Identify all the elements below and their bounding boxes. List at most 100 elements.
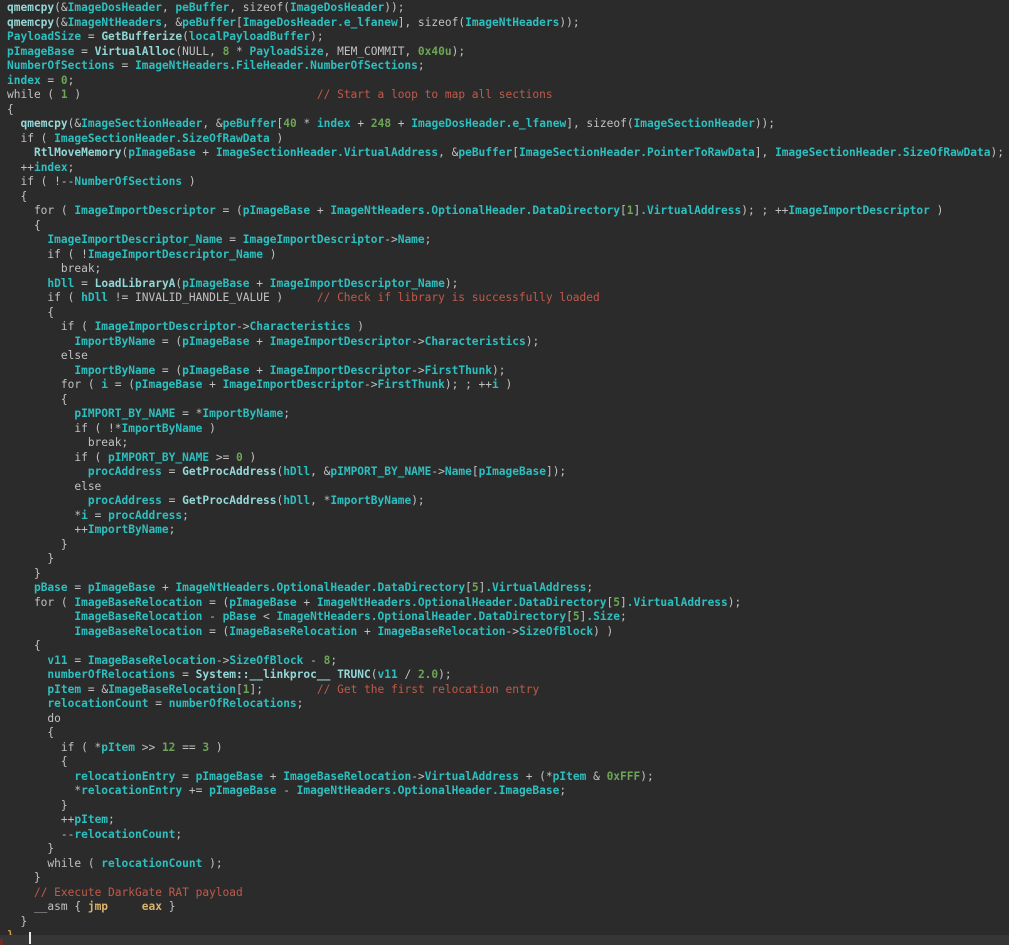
code-line[interactable]: --relocationCount;: [7, 828, 1009, 843]
code-line[interactable]: ++ImportByName;: [7, 523, 1009, 538]
code-line[interactable]: v11 = ImageBaseRelocation->SizeOfBlock -…: [7, 654, 1009, 669]
code-line[interactable]: }: [7, 871, 1009, 886]
code-token: (&: [54, 1, 67, 14]
code-token: {: [7, 639, 41, 652]
code-line[interactable]: if ( !*ImportByName ): [7, 422, 1009, 437]
code-line[interactable]: // Execute DarkGate RAT payload: [7, 886, 1009, 901]
code-token: do: [7, 712, 61, 725]
horizontal-scrollbar[interactable]: [0, 935, 1009, 945]
code-line[interactable]: {: [7, 755, 1009, 770]
code-token: for (: [7, 204, 74, 217]
code-token: ) ): [593, 625, 613, 638]
code-token: );: [310, 30, 323, 43]
code-line[interactable]: *i = procAddress;: [7, 509, 1009, 524]
code-line[interactable]: pIMPORT_BY_NAME = *ImportByName;: [7, 407, 1009, 422]
code-line[interactable]: RtlMoveMemory(pImageBase + ImageSectionH…: [7, 146, 1009, 161]
code-line[interactable]: if ( hDll != INVALID_HANDLE_VALUE ) // C…: [7, 291, 1009, 306]
code-token: [7, 610, 74, 623]
code-line[interactable]: if ( !--NumberOfSections ): [7, 175, 1009, 190]
code-line[interactable]: ++index;: [7, 161, 1009, 176]
code-token: ImageImportDescriptor_Name: [47, 233, 222, 246]
code-line[interactable]: {: [7, 190, 1009, 205]
code-line[interactable]: if ( ImageImportDescriptor->Characterist…: [7, 320, 1009, 335]
code-token: pImageBase: [182, 277, 249, 290]
code-line[interactable]: {: [7, 306, 1009, 321]
code-token: ImportByName: [74, 335, 155, 348]
code-token: , &: [310, 465, 330, 478]
code-line[interactable]: qmemcpy(&ImageDosHeader, peBuffer, sizeo…: [7, 1, 1009, 16]
code-token: [7, 668, 47, 681]
code-line[interactable]: if ( pIMPORT_BY_NAME >= 0 ): [7, 451, 1009, 466]
code-token: }: [7, 538, 68, 551]
code-line[interactable]: while ( relocationCount );: [7, 857, 1009, 872]
code-line[interactable]: NumberOfSections = ImageNtHeaders.FileHe…: [7, 59, 1009, 74]
code-line[interactable]: procAddress = GetProcAddress(hDll, *Impo…: [7, 494, 1009, 509]
code-line[interactable]: for ( i = (pImageBase + ImageImportDescr…: [7, 378, 1009, 393]
code-line[interactable]: }: [7, 915, 1009, 930]
code-line[interactable]: {: [7, 726, 1009, 741]
code-line[interactable]: qmemcpy(&ImageSectionHeader, &peBuffer[4…: [7, 117, 1009, 132]
code-token: {: [7, 393, 68, 406]
code-token: =: [223, 233, 243, 246]
code-line[interactable]: else: [7, 349, 1009, 364]
code-token: ;: [297, 697, 304, 710]
code-token: ImageImportDescriptor: [223, 378, 364, 391]
code-line[interactable]: }: [7, 538, 1009, 553]
code-line[interactable]: ++pItem;: [7, 813, 1009, 828]
code-line[interactable]: if ( *pItem >> 12 == 3 ): [7, 741, 1009, 756]
code-line[interactable]: for ( ImageBaseRelocation = (pImageBase …: [7, 596, 1009, 611]
code-line[interactable]: qmemcpy(&ImageNtHeaders, &peBuffer[Image…: [7, 16, 1009, 31]
code-line[interactable]: {: [7, 639, 1009, 654]
code-token: ImageImportDescriptor: [74, 204, 215, 217]
code-line[interactable]: }: [7, 842, 1009, 857]
code-line[interactable]: relocationEntry = pImageBase + ImageBase…: [7, 770, 1009, 785]
code-token: {: [7, 103, 14, 116]
code-line[interactable]: if ( !ImageImportDescriptor_Name ): [7, 248, 1009, 263]
code-line[interactable]: ImageBaseRelocation = (ImageBaseRelocati…: [7, 625, 1009, 640]
code-line[interactable]: index = 0;: [7, 74, 1009, 89]
code-token: pImageBase: [209, 784, 276, 797]
code-token: PayloadSize: [7, 30, 81, 43]
code-token: =: [175, 668, 195, 681]
code-token: ImageBaseRelocation: [74, 596, 202, 609]
code-token: ImageImportDescriptor_Name: [270, 277, 445, 290]
code-line[interactable]: pItem = &ImageBaseRelocation[1]; // Get …: [7, 683, 1009, 698]
code-line[interactable]: }: [7, 567, 1009, 582]
code-line[interactable]: numberOfRelocations = System::__linkproc…: [7, 668, 1009, 683]
code-line[interactable]: hDll = LoadLibraryA(pImageBase + ImageIm…: [7, 277, 1009, 292]
code-line[interactable]: for ( ImageImportDescriptor = (pImageBas…: [7, 204, 1009, 219]
code-line[interactable]: else: [7, 480, 1009, 495]
code-line[interactable]: }: [7, 799, 1009, 814]
code-token: +: [357, 625, 377, 638]
code-line[interactable]: if ( ImageSectionHeader.SizeOfRawData ): [7, 132, 1009, 147]
code-line[interactable]: break;: [7, 262, 1009, 277]
code-line[interactable]: {: [7, 219, 1009, 234]
code-token: ;: [182, 509, 189, 522]
code-line[interactable]: relocationCount = numberOfRelocations;: [7, 697, 1009, 712]
code-line[interactable]: while ( 1 ) // Start a loop to map all s…: [7, 88, 1009, 103]
code-line[interactable]: ImageImportDescriptor_Name = ImageImport…: [7, 233, 1009, 248]
code-line[interactable]: {: [7, 103, 1009, 118]
code-line[interactable]: procAddress = GetProcAddress(hDll, &pIMP…: [7, 465, 1009, 480]
code-token: != INVALID_HANDLE_VALUE ): [108, 291, 283, 304]
code-token: eax: [142, 900, 162, 913]
code-line[interactable]: ImportByName = (pImageBase + ImageImport…: [7, 335, 1009, 350]
code-token: pImageBase: [88, 581, 155, 594]
code-line[interactable]: break;: [7, 436, 1009, 451]
code-line[interactable]: {: [7, 393, 1009, 408]
code-line[interactable]: pBase = pImageBase + ImageNtHeaders.Opti…: [7, 581, 1009, 596]
code-line[interactable]: }: [7, 552, 1009, 567]
code-token: 2.0: [418, 668, 438, 681]
code-line[interactable]: pImageBase = VirtualAlloc(NULL, 8 * Payl…: [7, 45, 1009, 60]
code-line[interactable]: do: [7, 712, 1009, 727]
code-token: = (: [202, 596, 229, 609]
code-token: qmemcpy: [20, 117, 67, 130]
code-token: NumberOfSections: [74, 175, 182, 188]
code-line[interactable]: PayloadSize = GetBufferize(localPayloadB…: [7, 30, 1009, 45]
code-line[interactable]: ImportByName = (pImageBase + ImageImport…: [7, 364, 1009, 379]
code-line[interactable]: ImageBaseRelocation - pBase < ImageNtHea…: [7, 610, 1009, 625]
code-line[interactable]: __asm { jmp eax }: [7, 900, 1009, 915]
code-area[interactable]: qmemcpy(&ImageDosHeader, peBuffer, sizeo…: [0, 0, 1009, 945]
code-line[interactable]: *relocationEntry += pImageBase - ImageNt…: [7, 784, 1009, 799]
code-token: = (: [108, 378, 135, 391]
